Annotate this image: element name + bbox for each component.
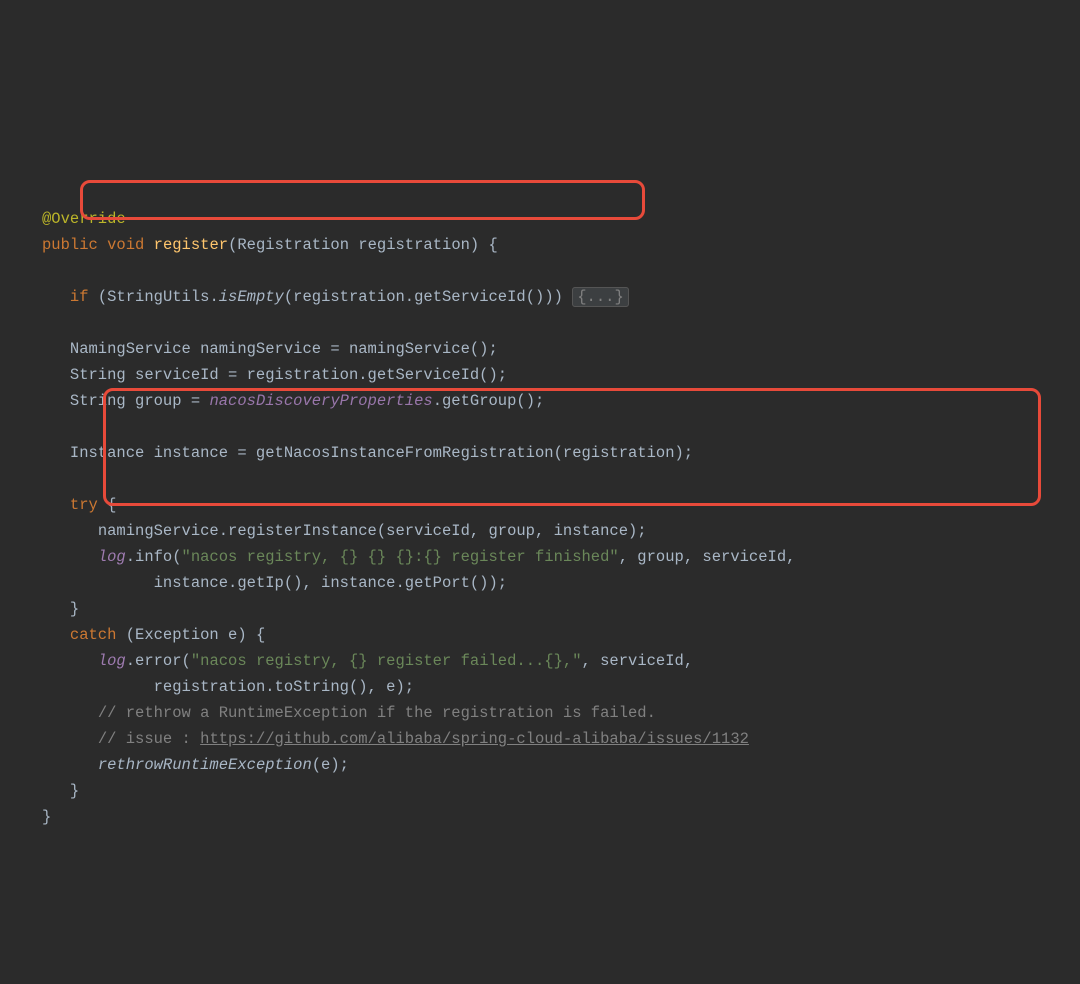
l11: registration.toString(), e); xyxy=(154,678,414,696)
if-post: (registration.getServiceId())) xyxy=(284,288,572,306)
line-group-c: .getGroup(); xyxy=(433,392,545,410)
method-name: register xyxy=(154,236,228,254)
line-serviceid: String serviceId = registration.getServi… xyxy=(70,366,507,384)
line-naming: NamingService namingService = namingServ… xyxy=(70,340,498,358)
l10a: .error( xyxy=(126,652,191,670)
if-pre: (StringUtils. xyxy=(98,288,219,306)
brace-close-try: } xyxy=(70,600,79,618)
kw-if: if xyxy=(70,288,89,306)
l8a: .info( xyxy=(126,548,182,566)
l10b: , serviceId, xyxy=(582,652,694,670)
code-block: @Override public void register(Registrat… xyxy=(42,206,1080,830)
log-2: log xyxy=(98,652,126,670)
brace-open-1: { xyxy=(98,496,117,514)
m-rethrow: rethrowRuntimeException xyxy=(98,756,312,774)
kw-catch: catch xyxy=(70,626,117,644)
issue-link[interactable]: https://github.com/alibaba/spring-cloud-… xyxy=(200,730,749,748)
brace-close-method: } xyxy=(42,808,51,826)
kw-try: try xyxy=(70,496,98,514)
catch-sig: (Exception e) { xyxy=(116,626,265,644)
kw-public: public xyxy=(42,236,98,254)
line-registerInstance: namingService.registerInstance(serviceId… xyxy=(98,522,647,540)
comment-1: // rethrow a RuntimeException if the reg… xyxy=(98,704,656,722)
l8b: , group, serviceId, xyxy=(619,548,796,566)
brace-close-catch: } xyxy=(70,782,79,800)
annotation: @Override xyxy=(42,210,126,228)
field-props: nacosDiscoveryProperties xyxy=(209,392,432,410)
l10s: "nacos registry, {} register failed...{}… xyxy=(191,652,582,670)
l8s: "nacos registry, {} {} {}:{} register fi… xyxy=(182,548,619,566)
comment-2a: // issue : xyxy=(98,730,200,748)
l9: instance.getIp(), instance.getPort()); xyxy=(154,574,507,592)
line-group-a: String group = xyxy=(70,392,210,410)
l12b: (e); xyxy=(312,756,349,774)
kw-void: void xyxy=(107,236,144,254)
fold-icon[interactable]: {...} xyxy=(572,287,629,307)
sig-params: (Registration registration) { xyxy=(228,236,498,254)
log-1: log xyxy=(98,548,126,566)
line-instance: Instance instance = getNacosInstanceFrom… xyxy=(70,444,693,462)
m-isEmpty: isEmpty xyxy=(219,288,284,306)
